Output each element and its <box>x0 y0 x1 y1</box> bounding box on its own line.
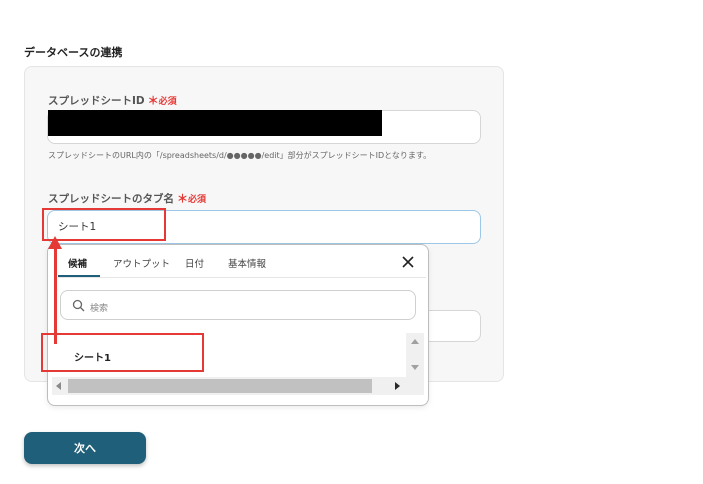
tab-name-label-text: スプレッドシートのタブ名 <box>48 193 174 205</box>
tab-name-label: スプレッドシートのタブ名 ＊必須 <box>48 190 206 206</box>
tab-date[interactable]: 日付 <box>185 256 204 270</box>
redacted-value <box>48 110 382 136</box>
horizontal-scroll-thumb[interactable] <box>68 379 372 393</box>
scroll-right-icon[interactable] <box>395 382 400 390</box>
spreadsheet-id-label: スプレッドシートID ＊必須 <box>48 92 177 108</box>
tab-candidates[interactable]: 候補 <box>68 256 87 270</box>
required-text: 必須 <box>158 97 177 107</box>
tab-basic-info[interactable]: 基本情報 <box>228 256 266 270</box>
annotation-arrow-line <box>54 248 57 344</box>
scroll-left-icon[interactable] <box>56 382 61 390</box>
spreadsheet-id-help: スプレッドシートのURL内の「/spreadsheets/d/●●●●●/edi… <box>48 151 432 160</box>
tab-divider <box>58 277 426 278</box>
active-tab-indicator <box>58 275 100 277</box>
scroll-down-icon[interactable] <box>411 365 419 370</box>
spreadsheet-id-label-text: スプレッドシートID <box>48 95 145 107</box>
search-icon <box>72 299 85 312</box>
close-icon[interactable] <box>400 254 416 270</box>
search-placeholder: 検索 <box>90 304 109 314</box>
annotation-box-option <box>41 333 204 372</box>
next-button[interactable]: 次へ <box>24 432 146 464</box>
required-text: 必須 <box>188 195 207 205</box>
scroll-up-icon[interactable] <box>411 339 419 344</box>
annotation-arrow-head <box>48 236 62 249</box>
next-field-input[interactable] <box>425 310 481 342</box>
tab-output[interactable]: アウトプット <box>113 256 170 270</box>
required-mark: ＊ <box>147 94 159 107</box>
section-title: データベースの連携 <box>24 46 123 59</box>
required-mark: ＊ <box>177 192 188 205</box>
search-input[interactable] <box>60 290 416 320</box>
